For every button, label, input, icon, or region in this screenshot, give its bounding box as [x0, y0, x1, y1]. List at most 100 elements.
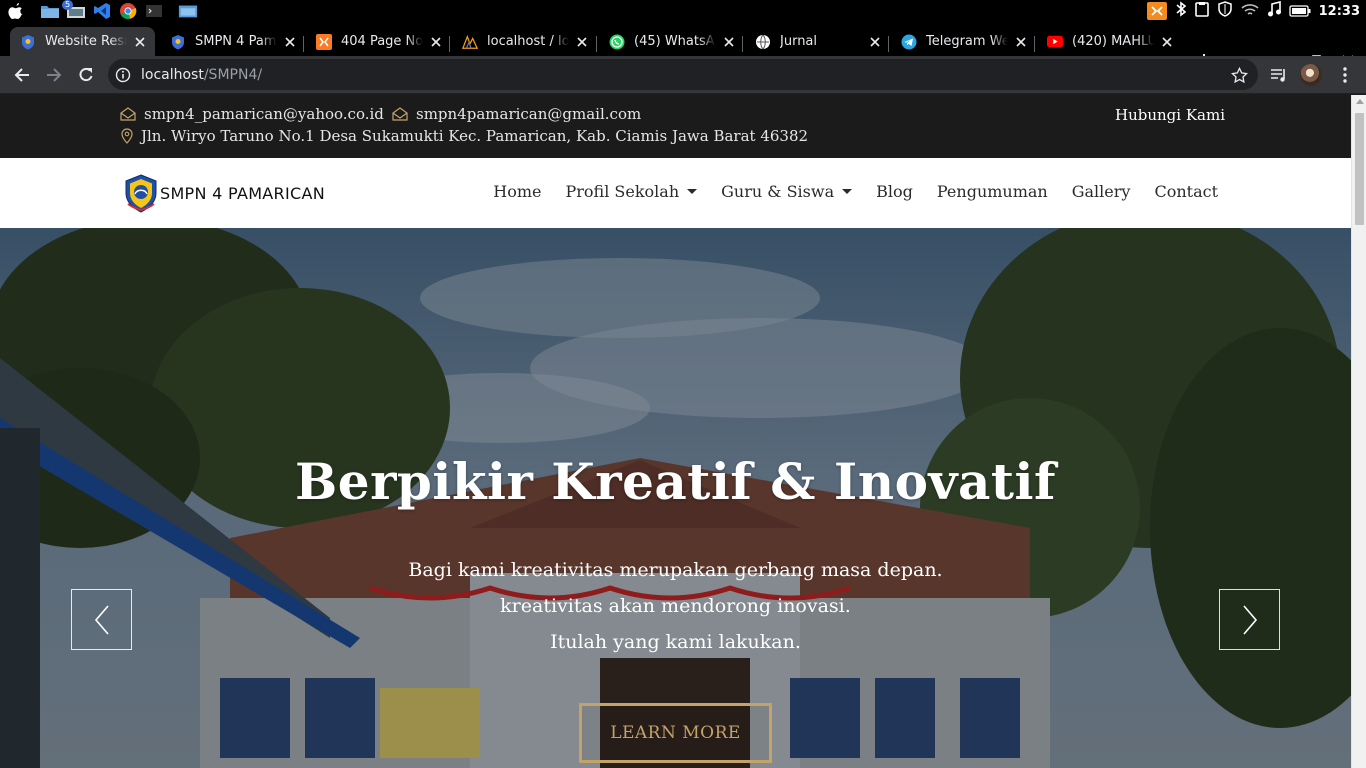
school-address: Jln. Wiryo Taruno No.1 Desa Sukamukti Ke…: [121, 127, 808, 145]
tab-close-icon[interactable]: [720, 33, 738, 51]
wifi-icon[interactable]: [1241, 2, 1259, 21]
tab-close-icon[interactable]: [866, 33, 884, 51]
bluetooth-icon[interactable]: [1175, 1, 1187, 21]
workspace-badge: 5: [62, 0, 74, 10]
tab-title: Jurnal: [780, 34, 818, 49]
browser-menu-icon[interactable]: [1334, 64, 1356, 86]
tab-close-icon[interactable]: [1012, 33, 1030, 51]
browser-tab[interactable]: (420) MAHLUK: [1037, 27, 1182, 56]
chevron-right-icon: [1242, 604, 1257, 635]
school-logo[interactable]: [123, 174, 159, 213]
nav-label: Blog: [876, 182, 913, 201]
browser-tab[interactable]: Website Resmi SMPN 4 Pamarican: [10, 27, 155, 56]
tab-close-icon[interactable]: [1158, 33, 1176, 51]
tab-title: (45) WhatsApp: [634, 34, 716, 49]
forward-arrow-icon[interactable]: [42, 63, 66, 87]
battery-icon[interactable]: [1288, 2, 1311, 21]
browser-tab[interactable]: Telegram Web: [891, 27, 1036, 56]
nav-gallery[interactable]: Gallery: [1072, 182, 1131, 201]
tab-title: SMPN 4 Pamarican: [195, 34, 277, 49]
back-arrow-icon[interactable]: [10, 63, 34, 87]
hubungi-kami-link[interactable]: Hubungi Kami: [1115, 106, 1225, 124]
browser-tab[interactable]: SMPN 4 Pamarican: [160, 27, 305, 56]
caret-down-icon: [687, 189, 698, 194]
gmail-email[interactable]: smpn4pamarican@gmail.com: [392, 105, 641, 123]
browser-tab[interactable]: Jurnal: [745, 27, 890, 56]
tab-title: Telegram Web: [926, 34, 1008, 49]
chevron-left-icon: [94, 604, 109, 635]
nav-home[interactable]: Home: [493, 182, 541, 201]
caret-down-icon: [842, 189, 853, 194]
envelope-open-icon: [392, 107, 408, 121]
url-text[interactable]: localhost/SMPN4/: [141, 67, 262, 83]
music-icon[interactable]: [1267, 0, 1281, 21]
learn-more-button[interactable]: LEARN MORE: [579, 703, 772, 763]
browser-tab[interactable]: (45) WhatsApp: [599, 27, 744, 56]
tab-separator: [888, 36, 889, 52]
nav-label: Pengumuman: [936, 182, 1048, 201]
files-icon[interactable]: [178, 2, 198, 20]
tab-close-icon[interactable]: [573, 33, 591, 51]
os-clock[interactable]: 12:33: [1319, 4, 1360, 19]
scroll-up-arrow-icon[interactable]: [1356, 99, 1364, 104]
nav-profil-sekolah[interactable]: Profil Sekolah: [566, 182, 698, 201]
nav-label: Contact: [1154, 182, 1218, 201]
hero-subtitle-line: Bagi kami kreativitas merupakan gerbang …: [408, 559, 943, 581]
carousel-prev-button[interactable]: [71, 589, 132, 650]
nav-label: Home: [493, 182, 542, 201]
tab-close-icon[interactable]: [427, 33, 445, 51]
tab-close-icon[interactable]: [281, 33, 299, 51]
tab-separator: [596, 36, 597, 52]
site-info-icon[interactable]: [115, 67, 131, 83]
tab-separator: [449, 36, 450, 52]
bookmark-star-icon[interactable]: [1230, 66, 1248, 84]
os-top-panel: 5 12:33: [0, 0, 1366, 22]
tab-separator: [742, 36, 743, 52]
address-bar[interactable]: localhost/SMPN4/: [108, 59, 1258, 90]
url-host: localhost: [141, 66, 204, 83]
chrome-icon[interactable]: [118, 2, 138, 20]
contact-topbar: smpn4_pamarican@yahoo.co.id smpn4pamaric…: [0, 95, 1351, 158]
media-control-icon[interactable]: [1268, 64, 1290, 86]
site-brand[interactable]: SMPN 4 PAMARICAN: [160, 184, 325, 203]
whatsapp-favicon-icon: [609, 34, 625, 50]
nav-blog[interactable]: Blog: [876, 182, 913, 201]
nav-pengumuman[interactable]: Pengumuman: [937, 182, 1048, 201]
xampp-tray-icon[interactable]: [1146, 2, 1167, 20]
carousel-next-button[interactable]: [1219, 589, 1280, 650]
browser-tab[interactable]: 404 Page Not Found: [306, 27, 451, 56]
browser-tab[interactable]: localhost / localhost: [452, 27, 597, 56]
shield-tray-icon[interactable]: [1217, 1, 1233, 21]
tab-title: (420) MAHLUK: [1072, 34, 1154, 49]
school-address-text: Jln. Wiryo Taruno No.1 Desa Sukamukti Ke…: [141, 127, 809, 145]
tab-separator: [303, 36, 304, 52]
nav-label: Guru & Siswa: [721, 182, 835, 201]
site-navbar: SMPN 4 PAMARICAN Home Profil Sekolah Guru …: [0, 158, 1351, 228]
profile-avatar[interactable]: [1300, 64, 1322, 86]
browser-toolbar: localhost/SMPN4/: [0, 56, 1366, 94]
nav-guru-siswa[interactable]: Guru & Siswa: [721, 182, 853, 201]
nav-label: Gallery: [1071, 182, 1131, 201]
scroll-thumb[interactable]: [1355, 113, 1364, 225]
yahoo-email[interactable]: smpn4_pamarican@yahoo.co.id: [120, 105, 384, 123]
nav-contact[interactable]: Contact: [1154, 182, 1218, 201]
envelope-open-icon: [120, 107, 136, 121]
clipboard-icon[interactable]: [1194, 1, 1209, 21]
gmail-email-text: smpn4pamarican@gmail.com: [416, 105, 642, 123]
tab-close-icon[interactable]: [131, 33, 149, 51]
folder-icon[interactable]: [40, 2, 60, 20]
terminal-icon[interactable]: [144, 2, 164, 20]
nav-label: Profil Sekolah: [565, 182, 680, 201]
vscode-icon[interactable]: [92, 2, 112, 20]
main-menu: Home Profil Sekolah Guru & Siswa Blog Pengum…: [493, 182, 1218, 201]
telegram-favicon-icon: [901, 34, 917, 50]
page-scrollbar[interactable]: [1351, 95, 1366, 768]
web-page: smpn4_pamarican@yahoo.co.id smpn4pamaric…: [0, 95, 1366, 768]
hero-carousel: Berpikir Kreatif & Inovatif Bagi kami kr…: [0, 228, 1351, 768]
hero-title: Berpikir Kreatif & Inovatif: [295, 452, 1056, 511]
tab-separator: [1034, 36, 1035, 52]
apple-icon[interactable]: [6, 2, 26, 20]
hero-subtitle-line: Itulah yang kami lakukan.: [550, 631, 801, 653]
reload-icon[interactable]: [74, 63, 98, 87]
browser-tab-strip: Website Resmi SMPN 4 Pamarican SMPN 4 Pam…: [0, 22, 1366, 68]
